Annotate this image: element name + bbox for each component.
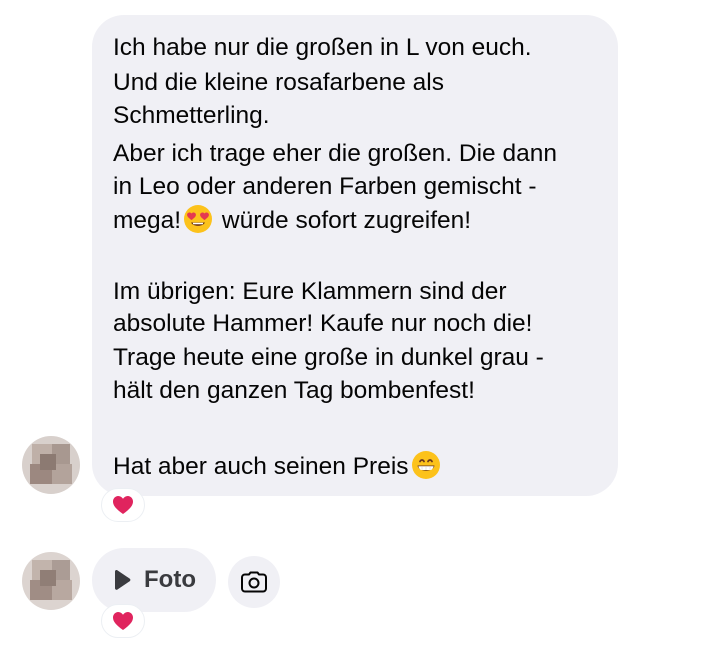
heart-icon [113, 612, 133, 630]
message-text: mega! [113, 207, 182, 234]
sender-avatar[interactable] [22, 436, 80, 494]
message-line: Aber ich trage eher die großen. Die dann [113, 140, 557, 167]
message-line: hält den ganzen Tag bombenfest! [113, 377, 475, 404]
heart-eyes-emoji-icon [183, 204, 213, 234]
message-bubble[interactable]: Ich habe nur die großen in L von euch. U… [92, 15, 618, 496]
heart-reaction-2[interactable] [101, 604, 145, 638]
message-text: Hat aber auch seinen Preis [113, 453, 409, 480]
message-line: in Leo oder anderen Farben gemischt - [113, 173, 537, 200]
heart-reaction[interactable] [101, 488, 145, 522]
heart-icon [113, 496, 133, 514]
grinning-emoji-icon [411, 450, 441, 480]
message-line: Schmetterling. [113, 102, 270, 129]
message-text: würde sofort zugreifen! [221, 207, 472, 234]
message-line: Und die kleine rosafarbene als [113, 69, 444, 96]
play-icon [115, 569, 131, 590]
message-line: mega! würde sofort zugreifen! [113, 204, 471, 236]
message-line: Trage heute eine große in dunkel grau - [113, 344, 544, 371]
sender-avatar-2[interactable] [22, 552, 80, 610]
photo-label: Foto [144, 566, 196, 593]
message-line: Im übrigen: Eure Klammern sind der [113, 278, 507, 305]
camera-icon [241, 571, 267, 593]
message-line: Ich habe nur die großen in L von euch. [113, 34, 532, 61]
camera-button[interactable] [228, 556, 280, 608]
message-line: absolute Hammer! Kaufe nur noch die! [113, 310, 533, 337]
photo-attachment[interactable]: Foto [92, 548, 216, 612]
message-line: Hat aber auch seinen Preis [113, 450, 443, 482]
